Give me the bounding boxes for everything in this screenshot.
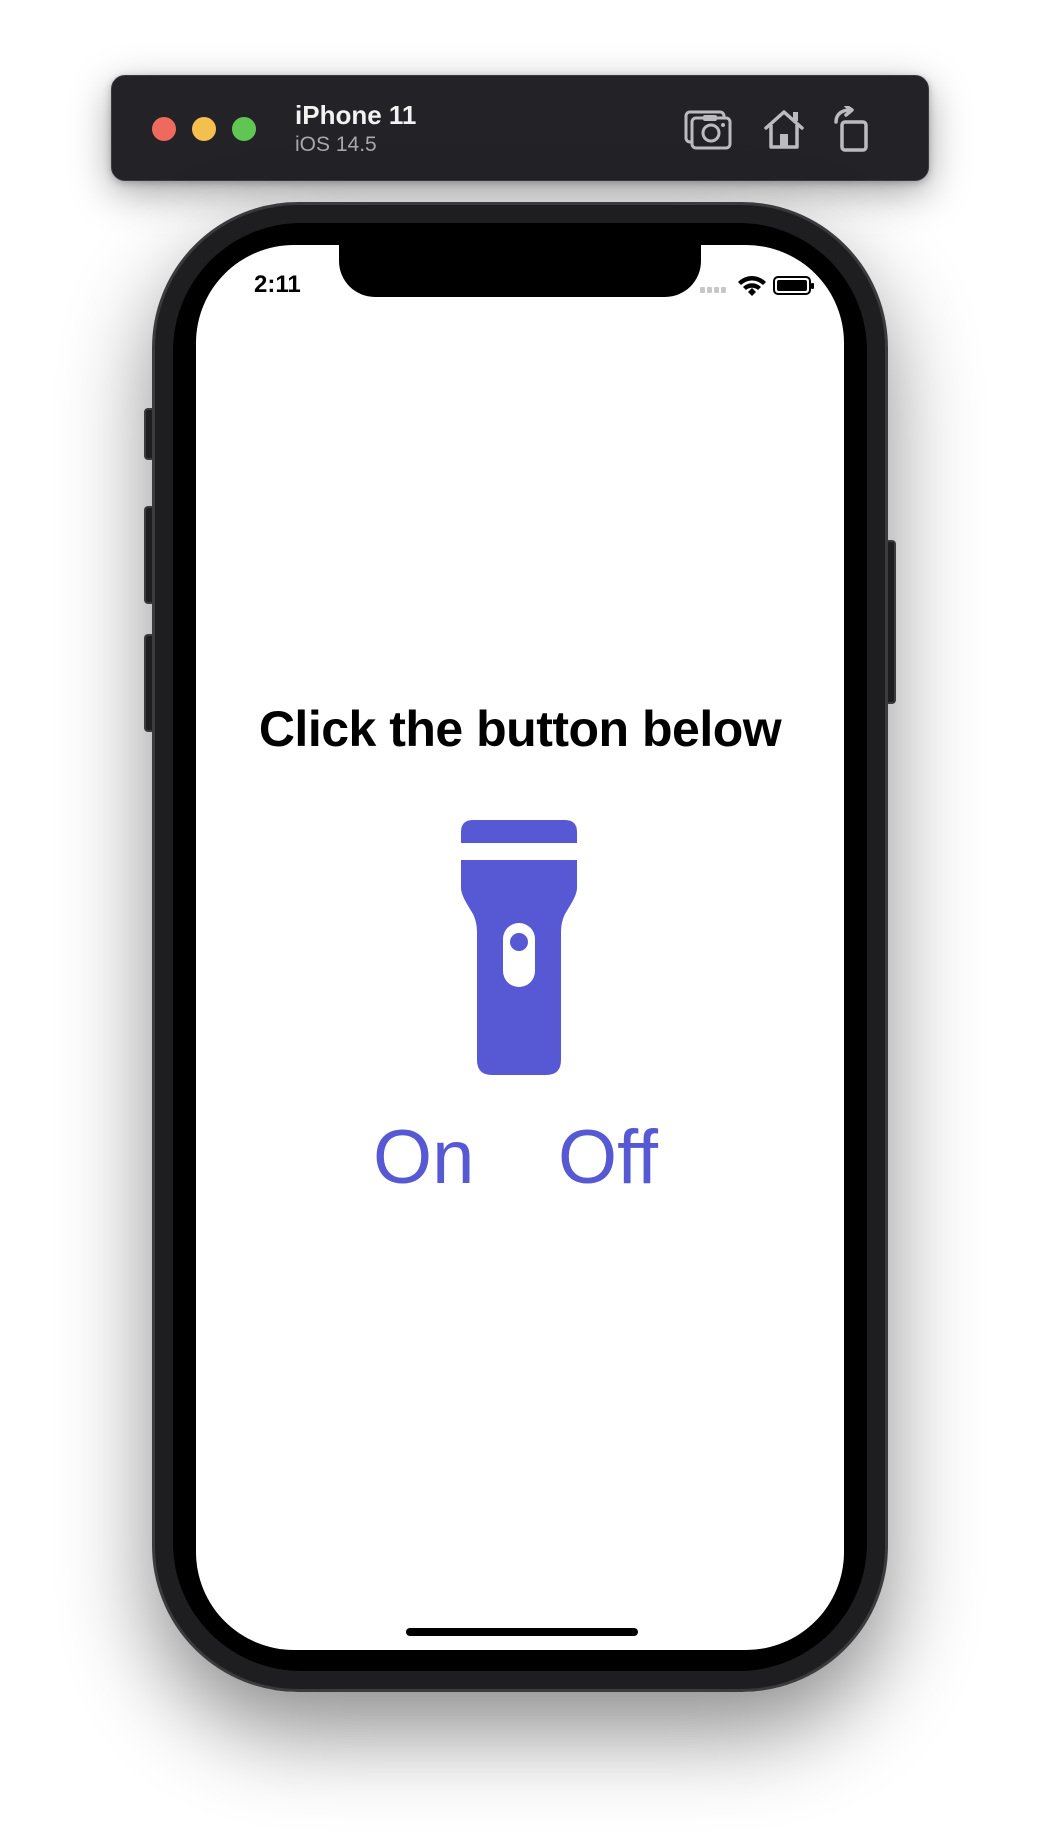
flashlight-icon xyxy=(461,820,577,1075)
status-icons xyxy=(700,276,814,296)
cellular-signal-icon xyxy=(700,287,726,293)
rotate-icon[interactable] xyxy=(830,106,878,152)
zoom-window-button[interactable] xyxy=(232,117,256,141)
notch xyxy=(339,245,701,297)
device-name: iPhone 11 xyxy=(295,100,417,130)
phone-screen: 2:11 Click the button below On Off xyxy=(196,245,844,1650)
home-indicator[interactable] xyxy=(406,1628,638,1636)
simulator-title-bar: iPhone 11 iOS 14.5 xyxy=(111,75,929,181)
off-button[interactable]: Off xyxy=(558,1113,658,1203)
home-icon[interactable] xyxy=(760,106,808,152)
on-button[interactable]: On xyxy=(373,1113,474,1203)
device-os-version: iOS 14.5 xyxy=(295,133,377,156)
status-time: 2:11 xyxy=(254,271,301,298)
close-window-button[interactable] xyxy=(152,117,176,141)
simulator-stage: iPhone 11 iOS 14.5 2:11 Click the button… xyxy=(0,0,1040,1842)
battery-icon xyxy=(773,276,814,295)
camera-screenshot-icon[interactable] xyxy=(684,106,732,152)
toggle-buttons: On Off xyxy=(196,1113,844,1203)
wifi-icon xyxy=(738,276,766,296)
minimize-window-button[interactable] xyxy=(192,117,216,141)
page-title: Click the button below xyxy=(258,701,782,757)
